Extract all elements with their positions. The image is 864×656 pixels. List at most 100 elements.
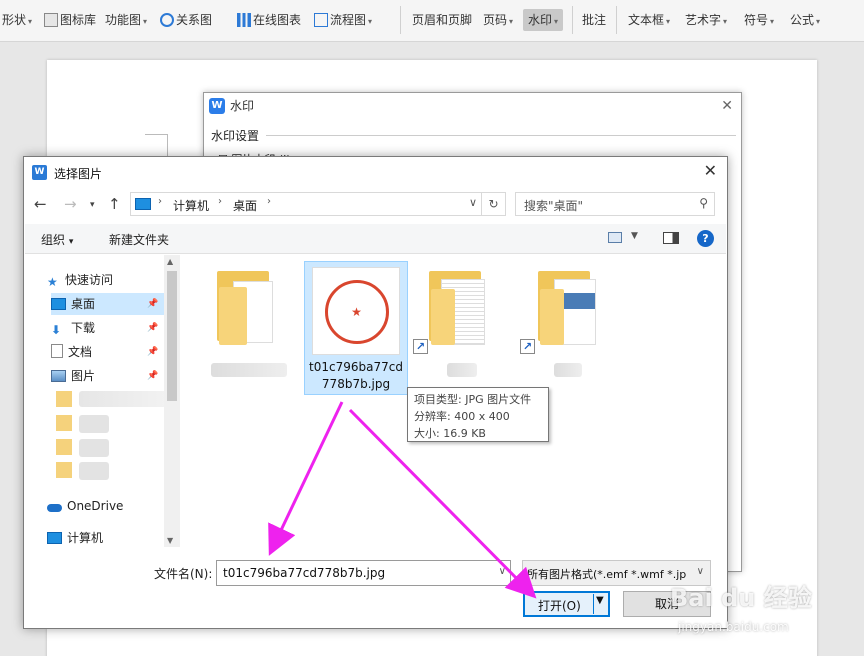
nav-onedrive[interactable]: OneDrive	[47, 495, 163, 517]
folder-icon[interactable]	[56, 415, 72, 431]
online-chart-icon	[237, 13, 251, 27]
blurred-label	[554, 363, 582, 377]
ribbon-symbol[interactable]: 符号 ▾	[744, 9, 774, 31]
ribbon-icon-library[interactable]: 图标库	[44, 9, 96, 31]
filetype-value: 所有图片格式(*.emf *.wmf *.jp	[527, 568, 687, 581]
ribbon-formula[interactable]: 公式 ▾	[790, 9, 820, 31]
ribbon-function-chart[interactable]: 功能图 ▾	[105, 9, 147, 31]
nav-downloads[interactable]: ⬇ 下载 📌	[51, 317, 164, 339]
nav-pictures[interactable]: 图片 📌	[51, 365, 164, 387]
scrollbar-thumb[interactable]	[167, 271, 177, 401]
preview-pane-icon[interactable]	[663, 232, 679, 244]
file-name-label: t01c796ba77cd 778b7b.jpg	[305, 359, 407, 393]
file-item-shortcut-folder[interactable]: ↗	[520, 267, 608, 387]
watermark-dialog-title: 水印	[230, 99, 255, 113]
chevron-right-icon[interactable]: ›	[218, 196, 222, 207]
refresh-icon[interactable]: ↻	[481, 193, 505, 215]
margin-marker	[167, 134, 168, 158]
breadcrumb-desktop[interactable]: 桌面	[233, 197, 257, 214]
view-mode-icon[interactable]	[608, 232, 622, 243]
ribbon-toolbar: 形状 ▾ 图标库 功能图 ▾ 关系图 在线图表 流程图 ▾ 页眉和页脚 页码 ▾ 水印 ▾…	[0, 0, 864, 42]
open-button-label: 打开(O)	[538, 599, 581, 613]
flowchart-icon	[314, 13, 328, 27]
star-icon: ★	[351, 305, 362, 319]
breadcrumb-computer[interactable]: 计算机	[173, 197, 209, 214]
file-item-folder[interactable]	[207, 267, 291, 387]
navigation-pane: ★ 快速访问 桌面 📌 ⬇ 下载 📌 文档 📌 图片 📌 OneDrive 计算机	[25, 255, 180, 547]
computer-icon	[47, 532, 62, 544]
image-thumbnail: ★	[312, 267, 400, 355]
pin-icon[interactable]: 📌	[147, 293, 158, 315]
star-icon: ★	[47, 275, 58, 289]
ribbon-header-footer[interactable]: 页眉和页脚	[412, 9, 472, 31]
search-placeholder: 搜索"桌面"	[524, 199, 584, 213]
chevron-right-icon[interactable]: ›	[267, 196, 271, 207]
forward-arrow-icon[interactable]: →	[64, 195, 77, 213]
nav-documents[interactable]: 文档 📌	[51, 341, 164, 363]
shortcut-arrow-icon: ↗	[413, 339, 428, 354]
watermark-dialog-titlebar: W 水印 ✕	[204, 93, 741, 120]
blurred-label	[211, 363, 287, 377]
chevron-right-icon[interactable]: ›	[158, 196, 162, 207]
dialog-titlebar: W 选择图片 ✕	[24, 157, 727, 187]
ribbon-relation-chart[interactable]: 关系图	[160, 9, 212, 31]
select-picture-dialog: W 选择图片 ✕ ← → ▾ ↑ › 计算机 › 桌面 › ∨ ↻ 搜索"桌面"…	[23, 156, 728, 629]
ribbon-wordart[interactable]: 艺术字 ▾	[685, 9, 727, 31]
back-arrow-icon[interactable]: ←	[34, 195, 47, 213]
desktop-icon	[51, 298, 66, 310]
ribbon-page-number[interactable]: 页码 ▾	[483, 9, 513, 31]
search-input[interactable]: 搜索"桌面" ⚲	[515, 192, 715, 216]
tooltip-type: 项目类型: JPG 图片文件	[414, 393, 532, 406]
pin-icon[interactable]: 📌	[147, 341, 158, 363]
dialog-title: 选择图片	[54, 167, 103, 181]
pin-icon[interactable]: 📌	[147, 365, 158, 387]
scroll-up-icon[interactable]: ▲	[167, 257, 173, 266]
ribbon-separator	[616, 6, 617, 34]
ribbon-textbox[interactable]: 文本框 ▾	[628, 9, 670, 31]
organize-menu[interactable]: 组织 ▾	[41, 231, 73, 248]
file-name-line: t01c796ba77cd	[309, 360, 403, 374]
recent-dropdown-icon[interactable]: ▾	[90, 200, 95, 210]
watermark-settings-heading: 水印设置	[211, 129, 260, 143]
nav-scrollbar[interactable]: ▲ ▼	[164, 255, 180, 547]
cloud-icon	[47, 504, 62, 512]
open-button[interactable]: 打开(O) ▼	[523, 591, 610, 617]
ribbon-flowchart[interactable]: 流程图 ▾	[314, 9, 372, 31]
search-icon[interactable]: ⚲	[699, 196, 708, 210]
relation-chart-icon	[160, 13, 174, 27]
ribbon-shape[interactable]: 形状 ▾	[2, 9, 32, 31]
nav-quick-access[interactable]: ★ 快速访问	[47, 269, 163, 291]
chevron-down-icon[interactable]: ▼	[631, 231, 638, 241]
margin-marker	[145, 134, 167, 135]
ribbon-online-chart[interactable]: 在线图表	[237, 9, 301, 31]
pin-icon[interactable]: 📌	[147, 317, 158, 339]
address-bar[interactable]: › 计算机 › 桌面 › ∨ ↻	[130, 192, 506, 216]
pictures-icon	[51, 370, 66, 382]
close-icon[interactable]: ✕	[704, 161, 717, 180]
folder-front	[219, 287, 247, 345]
split-divider	[593, 594, 594, 614]
chevron-down-icon[interactable]: ▼	[596, 595, 604, 606]
blurred-item	[79, 391, 167, 407]
file-item-shortcut-folder[interactable]: ↗	[413, 267, 503, 387]
scroll-down-icon[interactable]: ▼	[167, 536, 173, 545]
ribbon-comment[interactable]: 批注	[582, 9, 606, 31]
new-folder-button[interactable]: 新建文件夹	[109, 231, 169, 248]
nav-computer[interactable]: 计算机	[47, 527, 163, 549]
chevron-down-icon[interactable]: ∨	[469, 196, 477, 209]
folder-front	[540, 289, 564, 345]
folder-icon[interactable]	[56, 391, 72, 407]
filename-input[interactable]: t01c796ba77cd778b7b.jpg ∨	[216, 560, 511, 586]
help-icon[interactable]: ?	[697, 230, 714, 247]
folder-icon[interactable]	[56, 439, 72, 455]
nav-desktop[interactable]: 桌面 📌	[51, 293, 164, 315]
up-arrow-icon[interactable]: ↑	[108, 195, 121, 213]
blurred-item	[79, 415, 109, 433]
baidu-watermark-url: jingyan.baidu.com	[678, 620, 789, 634]
close-icon[interactable]: ✕	[721, 93, 733, 120]
chevron-down-icon[interactable]: ∨	[499, 566, 506, 577]
file-item-selected-jpg[interactable]: ★ t01c796ba77cd 778b7b.jpg	[304, 261, 408, 395]
folder-icon[interactable]	[56, 462, 72, 478]
download-icon: ⬇	[51, 323, 62, 337]
ribbon-watermark[interactable]: 水印 ▾	[523, 9, 564, 31]
